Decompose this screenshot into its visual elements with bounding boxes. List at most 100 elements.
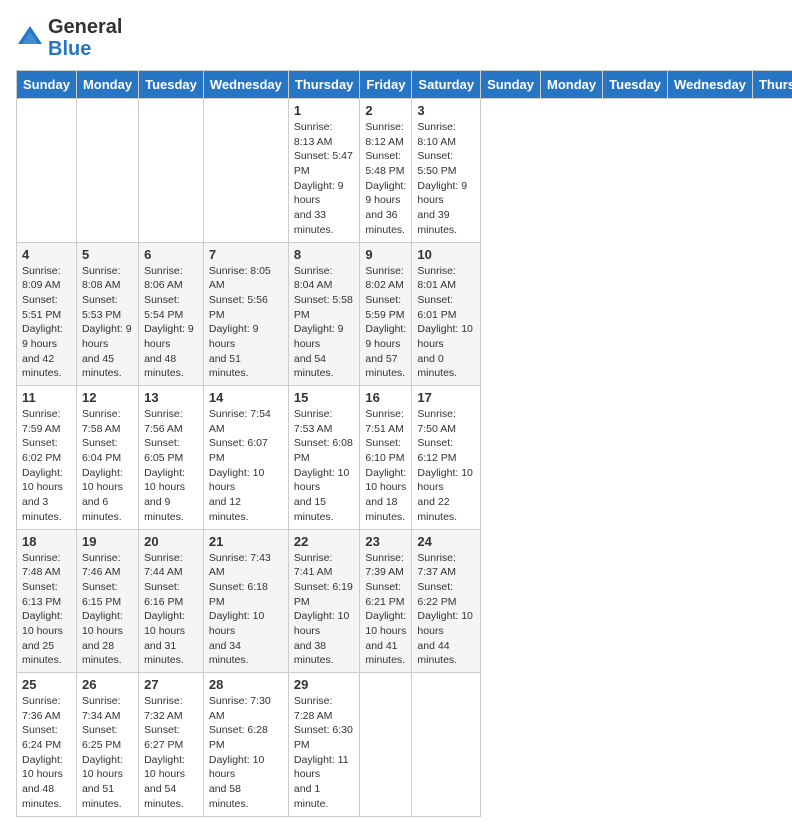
calendar-cell: 3 Sunrise: 8:10 AM Sunset: 5:50 PM Daylig… <box>412 99 481 243</box>
day-info: Sunrise: 7:54 AM Sunset: 6:07 PM Dayligh… <box>209 407 283 525</box>
calendar-cell: 21 Sunrise: 7:43 AM Sunset: 6:18 PM Dayli… <box>203 529 288 673</box>
page-header: General Blue <box>16 16 776 60</box>
day-number: 22 <box>294 534 355 549</box>
day-info: Sunrise: 8:06 AM Sunset: 5:54 PM Dayligh… <box>144 264 198 382</box>
day-info: Sunrise: 8:13 AM Sunset: 5:47 PM Dayligh… <box>294 120 355 238</box>
calendar-cell <box>412 673 481 817</box>
day-info: Sunrise: 7:51 AM Sunset: 6:10 PM Dayligh… <box>365 407 406 525</box>
col-header-saturday: Saturday <box>412 71 481 99</box>
day-number: 23 <box>365 534 406 549</box>
calendar-week-row: 4 Sunrise: 8:09 AM Sunset: 5:51 PM Daylig… <box>17 242 792 386</box>
day-info: Sunrise: 8:05 AM Sunset: 5:56 PM Dayligh… <box>209 264 283 382</box>
calendar-cell: 25 Sunrise: 7:36 AM Sunset: 6:24 PM Dayli… <box>17 673 77 817</box>
calendar-cell <box>76 99 138 243</box>
calendar-week-row: 11 Sunrise: 7:59 AM Sunset: 6:02 PM Dayli… <box>17 386 792 530</box>
calendar-table: SundayMondayTuesdayWednesdayThursdayFrid… <box>16 70 792 817</box>
day-info: Sunrise: 7:56 AM Sunset: 6:05 PM Dayligh… <box>144 407 198 525</box>
day-info: Sunrise: 7:46 AM Sunset: 6:15 PM Dayligh… <box>82 551 133 669</box>
calendar-cell: 19Sunrise: 7:46 AM Sunset: 6:15 PM Dayli… <box>76 529 138 673</box>
day-number: 24 <box>417 534 475 549</box>
day-info: Sunrise: 8:01 AM Sunset: 6:01 PM Dayligh… <box>417 264 475 382</box>
calendar-cell: 7 Sunrise: 8:05 AM Sunset: 5:56 PM Daylig… <box>203 242 288 386</box>
day-info: Sunrise: 7:37 AM Sunset: 6:22 PM Dayligh… <box>417 551 475 669</box>
col-header-sunday: Sunday <box>481 71 541 99</box>
calendar-cell: 11 Sunrise: 7:59 AM Sunset: 6:02 PM Dayli… <box>17 386 77 530</box>
calendar-cell: 28 Sunrise: 7:30 AM Sunset: 6:28 PM Dayli… <box>203 673 288 817</box>
day-info: Sunrise: 7:36 AM Sunset: 6:24 PM Dayligh… <box>22 694 71 812</box>
day-info: Sunrise: 8:02 AM Sunset: 5:59 PM Dayligh… <box>365 264 406 382</box>
day-number: 7 <box>209 247 283 262</box>
col-header-wednesday: Wednesday <box>667 71 752 99</box>
day-number: 25 <box>22 677 71 692</box>
calendar-cell: 12 Sunrise: 7:58 AM Sunset: 6:04 PM Dayli… <box>76 386 138 530</box>
day-number: 9 <box>365 247 406 262</box>
logo-text: General Blue <box>48 16 122 60</box>
day-number: 28 <box>209 677 283 692</box>
day-info: Sunrise: 7:43 AM Sunset: 6:18 PM Dayligh… <box>209 551 283 669</box>
calendar-cell: 10 Sunrise: 8:01 AM Sunset: 6:01 PM Dayli… <box>412 242 481 386</box>
day-number: 16 <box>365 390 406 405</box>
day-number: 11 <box>22 390 71 405</box>
day-number: 6 <box>144 247 198 262</box>
calendar-cell <box>17 99 77 243</box>
col-header-wednesday: Wednesday <box>203 71 288 99</box>
calendar-week-row: 1 Sunrise: 8:13 AM Sunset: 5:47 PM Daylig… <box>17 99 792 243</box>
day-info: Sunrise: 7:58 AM Sunset: 6:04 PM Dayligh… <box>82 407 133 525</box>
col-header-friday: Friday <box>360 71 412 99</box>
day-number: 12 <box>82 390 133 405</box>
calendar-cell: 24 Sunrise: 7:37 AM Sunset: 6:22 PM Dayli… <box>412 529 481 673</box>
calendar-cell: 22 Sunrise: 7:41 AM Sunset: 6:19 PM Dayli… <box>288 529 360 673</box>
day-number: 18 <box>22 534 71 549</box>
day-number: 21 <box>209 534 283 549</box>
calendar-cell: 13 Sunrise: 7:56 AM Sunset: 6:05 PM Dayli… <box>139 386 204 530</box>
day-number: 3 <box>417 103 475 118</box>
calendar-cell: 6 Sunrise: 8:06 AM Sunset: 5:54 PM Daylig… <box>139 242 204 386</box>
day-number: 13 <box>144 390 198 405</box>
logo: General Blue <box>16 16 122 60</box>
calendar-cell: 4 Sunrise: 8:09 AM Sunset: 5:51 PM Daylig… <box>17 242 77 386</box>
day-info: Sunrise: 8:04 AM Sunset: 5:58 PM Dayligh… <box>294 264 355 382</box>
day-number: 15 <box>294 390 355 405</box>
day-number: 8 <box>294 247 355 262</box>
day-number: 1 <box>294 103 355 118</box>
day-info: Sunrise: 8:09 AM Sunset: 5:51 PM Dayligh… <box>22 264 71 382</box>
day-info: Sunrise: 8:08 AM Sunset: 5:53 PM Dayligh… <box>82 264 133 382</box>
day-number: 20 <box>144 534 198 549</box>
day-info: Sunrise: 8:10 AM Sunset: 5:50 PM Dayligh… <box>417 120 475 238</box>
day-number: 14 <box>209 390 283 405</box>
col-header-tuesday: Tuesday <box>139 71 204 99</box>
day-info: Sunrise: 7:59 AM Sunset: 6:02 PM Dayligh… <box>22 407 71 525</box>
calendar-cell: 15 Sunrise: 7:53 AM Sunset: 6:08 PM Dayli… <box>288 386 360 530</box>
calendar-cell: 14 Sunrise: 7:54 AM Sunset: 6:07 PM Dayli… <box>203 386 288 530</box>
calendar-cell: 8 Sunrise: 8:04 AM Sunset: 5:58 PM Daylig… <box>288 242 360 386</box>
col-header-thursday: Thursday <box>288 71 360 99</box>
day-info: Sunrise: 7:30 AM Sunset: 6:28 PM Dayligh… <box>209 694 283 812</box>
calendar-cell: 9 Sunrise: 8:02 AM Sunset: 5:59 PM Daylig… <box>360 242 412 386</box>
calendar-cell <box>203 99 288 243</box>
calendar-cell: 27Sunrise: 7:32 AM Sunset: 6:27 PM Dayli… <box>139 673 204 817</box>
calendar-cell: 20 Sunrise: 7:44 AM Sunset: 6:16 PM Dayli… <box>139 529 204 673</box>
day-number: 26 <box>82 677 133 692</box>
col-header-tuesday: Tuesday <box>603 71 668 99</box>
calendar-cell: 1 Sunrise: 8:13 AM Sunset: 5:47 PM Daylig… <box>288 99 360 243</box>
col-header-monday: Monday <box>76 71 138 99</box>
day-info: Sunrise: 7:44 AM Sunset: 6:16 PM Dayligh… <box>144 551 198 669</box>
day-info: Sunrise: 7:28 AM Sunset: 6:30 PM Dayligh… <box>294 694 355 812</box>
day-info: Sunrise: 7:50 AM Sunset: 6:12 PM Dayligh… <box>417 407 475 525</box>
day-number: 4 <box>22 247 71 262</box>
calendar-cell <box>139 99 204 243</box>
day-info: Sunrise: 7:48 AM Sunset: 6:13 PM Dayligh… <box>22 551 71 669</box>
col-header-thursday: Thursday <box>752 71 792 99</box>
day-info: Sunrise: 8:12 AM Sunset: 5:48 PM Dayligh… <box>365 120 406 238</box>
calendar-week-row: 18 Sunrise: 7:48 AM Sunset: 6:13 PM Dayli… <box>17 529 792 673</box>
day-info: Sunrise: 7:39 AM Sunset: 6:21 PM Dayligh… <box>365 551 406 669</box>
day-info: Sunrise: 7:53 AM Sunset: 6:08 PM Dayligh… <box>294 407 355 525</box>
day-number: 10 <box>417 247 475 262</box>
day-info: Sunrise: 7:41 AM Sunset: 6:19 PM Dayligh… <box>294 551 355 669</box>
calendar-cell: 29 Sunrise: 7:28 AM Sunset: 6:30 PM Dayli… <box>288 673 360 817</box>
day-number: 17 <box>417 390 475 405</box>
calendar-cell: 17 Sunrise: 7:50 AM Sunset: 6:12 PM Dayli… <box>412 386 481 530</box>
calendar-cell: 26Sunrise: 7:34 AM Sunset: 6:25 PM Dayli… <box>76 673 138 817</box>
day-number: 29 <box>294 677 355 692</box>
col-header-monday: Monday <box>541 71 603 99</box>
